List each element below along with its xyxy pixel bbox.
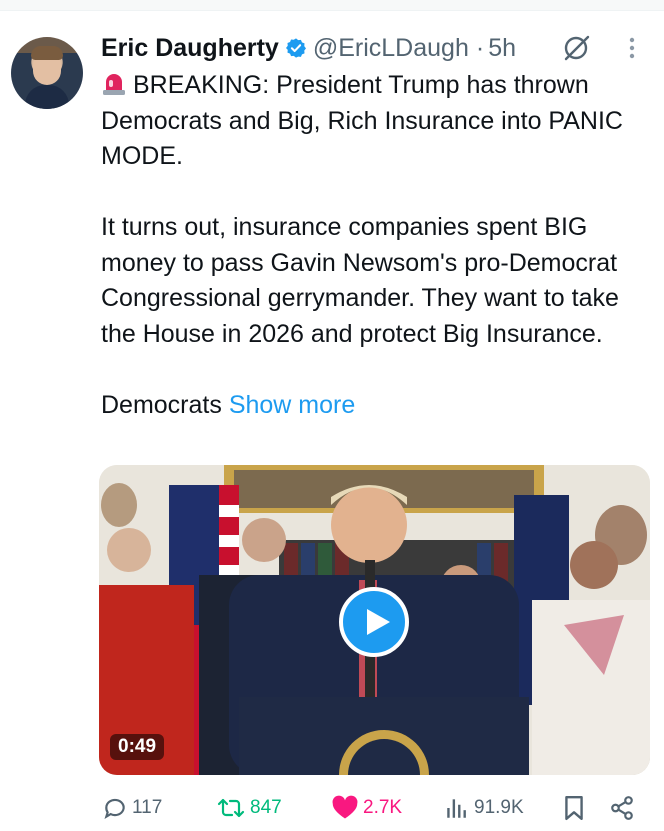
show-more-link[interactable]: Show more [229, 391, 355, 419]
post-actions-bar: 117 847 2.7K 91.9K [0, 788, 664, 828]
more-options-icon[interactable] [626, 33, 638, 63]
bookmark-button[interactable] [563, 788, 589, 828]
heart-icon [332, 795, 358, 819]
repost-button[interactable]: 847 [216, 788, 282, 828]
share-button[interactable] [609, 788, 639, 828]
avatar[interactable] [11, 37, 83, 109]
play-button[interactable] [339, 587, 409, 657]
grok-icon[interactable] [562, 33, 592, 63]
separator-dot: · [475, 33, 485, 62]
post-header: Eric Daugherty @EricLDaugh · 5h [101, 32, 516, 64]
views-chart-icon [447, 799, 466, 818]
views-count: 91.9K [474, 797, 524, 818]
reply-button[interactable]: 117 [102, 788, 162, 828]
post-paragraph-2: It turns out, insurance companies spent … [101, 213, 619, 348]
post-paragraph-3: Democrats [101, 390, 222, 419]
share-icon [611, 796, 633, 820]
play-icon [367, 609, 390, 635]
siren-emoji-icon [101, 71, 127, 95]
post-body: BREAKING: President Trump has thrown Dem… [101, 68, 651, 423]
like-count: 2.7K [363, 797, 403, 818]
reply-icon [104, 798, 125, 820]
verified-badge-icon [285, 37, 307, 59]
reply-count: 117 [132, 797, 163, 818]
bookmark-icon [565, 795, 583, 821]
avatar-hair [31, 46, 63, 60]
repost-count: 847 [250, 797, 282, 818]
author-handle[interactable]: @EricLDaugh [313, 34, 469, 63]
video-duration: 0:49 [110, 734, 165, 760]
author-name[interactable]: Eric Daugherty [101, 34, 279, 63]
post-paragraph-1: BREAKING: President Trump has thrown Dem… [101, 71, 623, 170]
avatar-shirt [25, 85, 69, 109]
post-time[interactable]: 5h [488, 34, 516, 63]
repost-icon [217, 798, 245, 818]
like-button[interactable]: 2.7K [331, 788, 402, 828]
views-button[interactable]: 91.9K [444, 788, 524, 828]
top-divider [0, 0, 664, 11]
